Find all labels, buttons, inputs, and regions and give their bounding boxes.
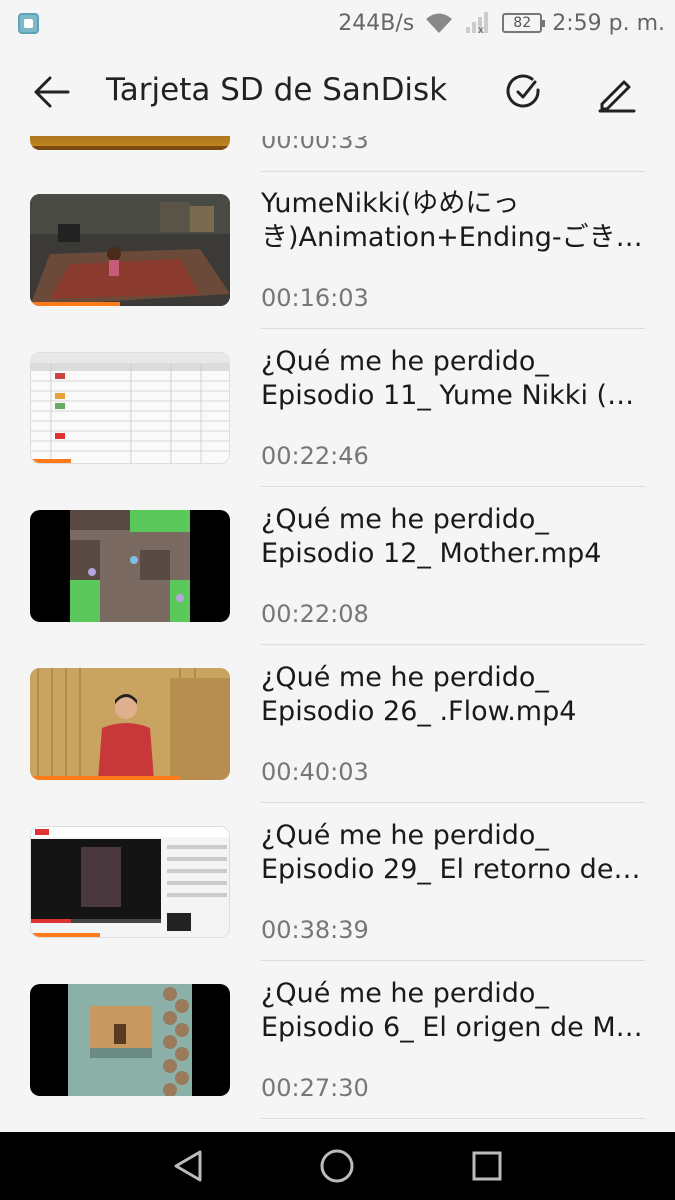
table-screenshot [31, 353, 229, 463]
video-title: YumeNikki(ゆめにっ き)Animation+Ending-ごき… [261, 188, 643, 253]
battery-level: 82 [513, 15, 532, 31]
network-speed: 244B/s [338, 10, 415, 36]
watch-progress [30, 146, 230, 150]
app-bar: Tarjeta SD de SanDisk [0, 46, 675, 136]
video-title: ¿Qué me he perdido_ Episodio 11_ Yume Nik… [261, 346, 645, 411]
divider [261, 644, 645, 645]
video-title: ¿Qué me he perdido_ Episodio 12_ Mother.m… [261, 504, 602, 569]
refresh-button[interactable] [500, 68, 548, 116]
divider [261, 802, 645, 803]
video-thumbnail [30, 352, 230, 464]
list-item[interactable]: 00:00:33 [0, 136, 675, 174]
video-thumbnail [30, 136, 230, 150]
navigation-bar [0, 1132, 675, 1200]
arrow-left-icon [34, 76, 70, 108]
wifi-icon [426, 13, 453, 33]
video-duration: 00:22:46 [261, 442, 369, 470]
list-item[interactable]: ¿Qué me he perdido_ Episodio 11_ Yume Nik… [0, 331, 675, 489]
watch-progress [31, 459, 71, 463]
nav-home-button[interactable] [317, 1146, 357, 1186]
watch-progress [30, 776, 180, 780]
refresh-icon [506, 74, 540, 108]
back-button[interactable] [28, 68, 76, 116]
triangle-back-icon [174, 1150, 202, 1182]
status-bar: 244B/s x 82 2:59 p. m. [0, 0, 675, 46]
divider [261, 328, 645, 329]
list-item[interactable]: ¿Qué me he perdido_ Episodio 29_ El retor… [0, 805, 675, 963]
mother-game-scene [70, 510, 190, 622]
edit-pencil-icon [598, 80, 636, 113]
divider [261, 1118, 645, 1119]
video-duration: 00:38:39 [261, 916, 369, 944]
video-thumbnail [30, 984, 230, 1096]
video-title: ¿Qué me he perdido_ Episodio 29_ El retor… [261, 820, 645, 885]
divider [261, 171, 645, 172]
clock: 2:59 p. m. [552, 10, 665, 36]
video-title: ¿Qué me he perdido_ Episodio 6_ El origen… [261, 978, 643, 1043]
status-right: 244B/s x 82 2:59 p. m. [338, 0, 665, 46]
video-duration: 00:00:33 [261, 136, 369, 154]
edit-button[interactable] [592, 68, 640, 116]
gallery-notification-icon [18, 13, 39, 34]
divider [261, 960, 645, 961]
nav-back-button[interactable] [168, 1146, 208, 1186]
video-duration: 00:27:30 [261, 1074, 369, 1102]
pokemon-cave-scene [68, 984, 192, 1096]
video-duration: 00:16:03 [261, 284, 369, 312]
svg-text:x: x [478, 25, 484, 35]
video-thumbnail [30, 194, 230, 306]
video-duration: 00:22:08 [261, 600, 369, 628]
video-thumbnail [30, 510, 230, 622]
watch-progress [31, 933, 101, 937]
watch-progress [30, 302, 120, 306]
list-item[interactable]: ¿Qué me he perdido_ Episodio 6_ El origen… [0, 963, 675, 1121]
battery-icon: 82 [502, 13, 546, 33]
nav-recents-button[interactable] [467, 1146, 507, 1186]
video-thumbnail [30, 668, 230, 780]
list-item[interactable]: ¿Qué me he perdido_ Episodio 26_ .Flow.mp… [0, 647, 675, 805]
video-duration: 00:40:03 [261, 758, 369, 786]
video-thumbnail [30, 826, 230, 938]
youtube-page-screenshot [31, 827, 229, 937]
divider [261, 486, 645, 487]
signal-icon: x [466, 12, 489, 35]
yumenikki-scene [30, 194, 230, 306]
list-item[interactable]: ¿Qué me he perdido_ Episodio 12_ Mother.m… [0, 489, 675, 647]
video-list[interactable]: 00:00:33 YumeNikki(ゆめにっ き)Animation+Endin… [0, 136, 675, 1132]
presenter-scene [30, 668, 230, 780]
page-title: Tarjeta SD de SanDisk [106, 72, 448, 108]
video-title: ¿Qué me he perdido_ Episodio 26_ .Flow.mp… [261, 662, 577, 727]
square-recents-icon [472, 1151, 502, 1181]
list-item[interactable]: YumeNikki(ゆめにっ き)Animation+Ending-ごき… 00:… [0, 173, 675, 331]
circle-home-icon [320, 1149, 354, 1183]
